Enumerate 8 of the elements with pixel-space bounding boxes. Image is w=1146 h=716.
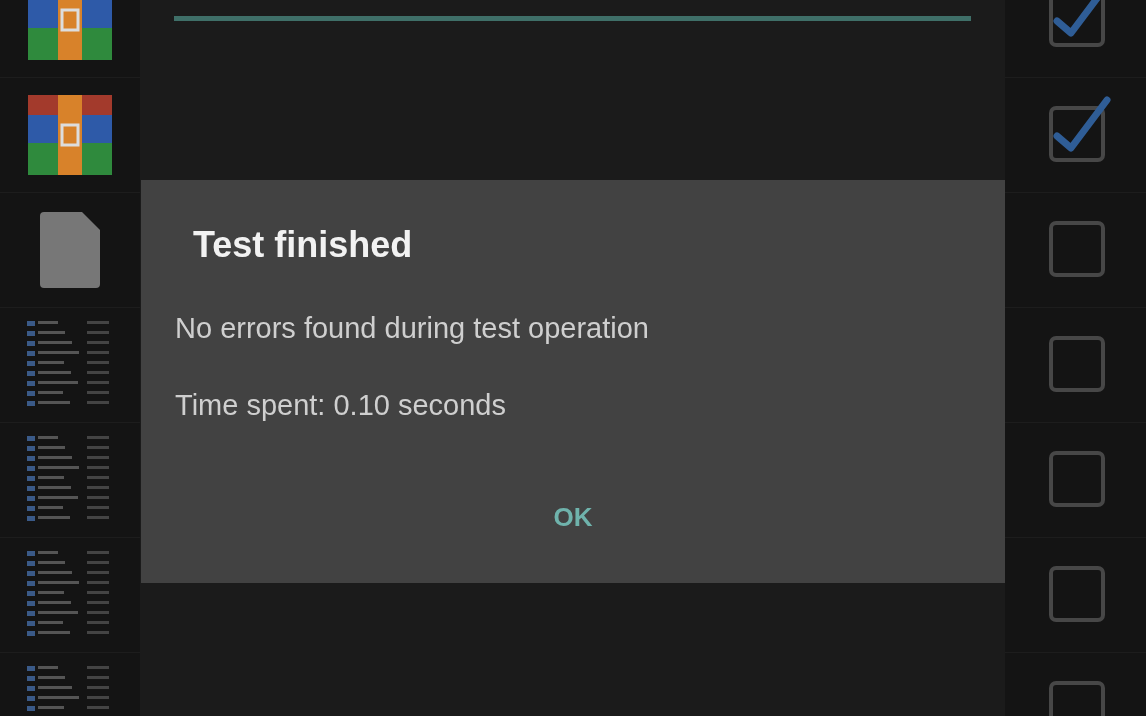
time-spent-text: Time spent: 0.10 seconds <box>175 389 507 422</box>
checkbox[interactable] <box>1048 94 1113 162</box>
ok-button[interactable]: OK <box>533 492 613 543</box>
dialog-message: No errors found during test operation <box>175 312 650 345</box>
archive-icon <box>28 0 112 60</box>
dialog-title: Test finished <box>193 224 414 266</box>
file-icon <box>40 212 100 288</box>
archive-icon <box>28 95 112 175</box>
